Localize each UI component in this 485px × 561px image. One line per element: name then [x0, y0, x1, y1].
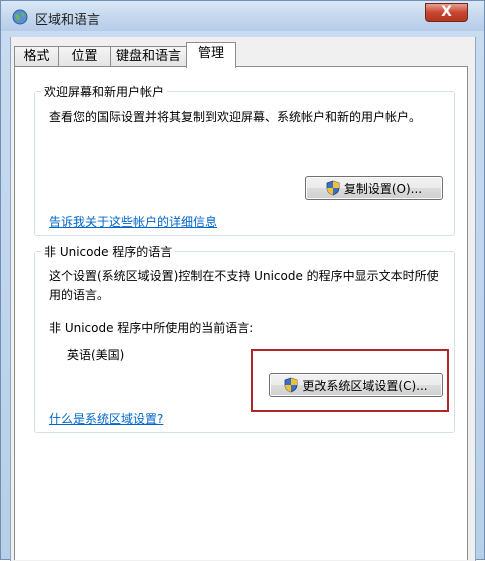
uac-shield-icon — [326, 180, 340, 196]
tab-administrative[interactable]: 管理 — [186, 42, 236, 68]
group-title: 非 Unicode 程序的语言 — [41, 243, 176, 260]
globe-icon — [12, 9, 28, 25]
tab-label: 管理 — [197, 46, 224, 61]
account-details-link[interactable]: 告诉我关于这些帐户的详细信息 — [49, 213, 217, 230]
copy-settings-button[interactable]: 复制设置(O)... — [305, 176, 443, 200]
highlight-box — [251, 349, 449, 412]
title-bar[interactable]: 区域和语言 X — [1, 1, 484, 31]
copy-settings-label: 复制设置(O)... — [343, 181, 423, 196]
tab-label: 格式 — [23, 49, 50, 64]
tab-location[interactable]: 位置 — [58, 46, 111, 67]
tab-label: 键盘和语言 — [115, 49, 181, 64]
window-title: 区域和语言 — [35, 13, 101, 28]
welcome-description: 查看您的国际设置并将其复制到欢迎屏幕、系统帐户和新的用户帐户。 — [49, 110, 422, 124]
close-icon: X — [441, 4, 452, 20]
current-language-value: 英语(美国) — [67, 348, 125, 362]
unicode-description-line2: 用的语言。 — [49, 288, 110, 302]
tab-keyboards-languages[interactable]: 键盘和语言 — [110, 46, 187, 67]
tab-formats[interactable]: 格式 — [14, 46, 59, 67]
administrative-tab-panel: 欢迎屏幕和新用户帐户 查看您的国际设置并将其复制到欢迎屏幕、系统帐户和新的用户帐… — [14, 66, 468, 560]
what-is-system-locale-link[interactable]: 什么是系统区域设置? — [49, 410, 163, 427]
current-language-label: 非 Unicode 程序中所使用的当前语言: — [49, 321, 254, 335]
tab-label: 位置 — [71, 49, 98, 64]
unicode-description-line1: 这个设置(系统区域设置)控制在不支持 Unicode 的程序中显示文本时所使 — [49, 269, 439, 283]
group-title: 欢迎屏幕和新用户帐户 — [41, 83, 168, 100]
close-button[interactable]: X — [425, 3, 468, 22]
